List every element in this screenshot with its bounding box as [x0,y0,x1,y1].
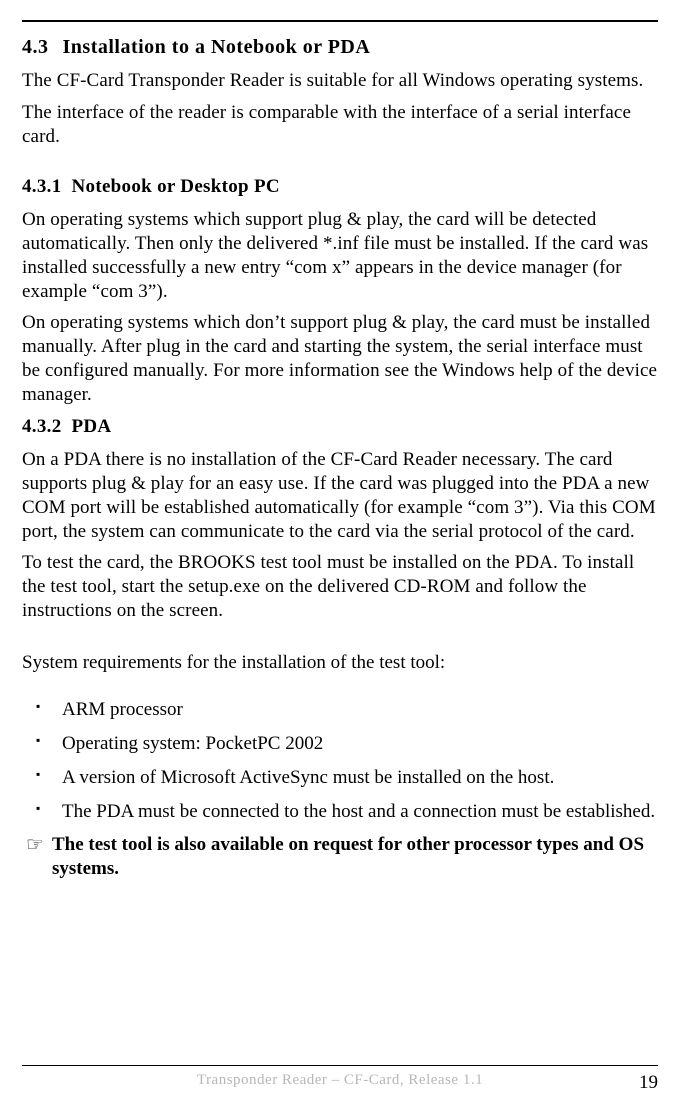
heading-4-3-1-number: 4.3.1 [22,176,62,198]
heading-4-3-title: Installation to a Notebook or PDA [63,36,371,58]
heading-4-3-2-title: PDA [72,416,112,437]
list-item: The PDA must be connected to the host an… [22,800,658,824]
heading-4-3-2-number: 4.3.2 [22,416,62,438]
footer-title: Transponder Reader – CF-Card, Release 1.… [62,1072,618,1089]
list-item: A version of Microsoft ActiveSync must b… [22,766,658,790]
heading-4-3-1-title: Notebook or Desktop PC [72,176,280,197]
heading-4-3-2: 4.3.2 PDA [22,416,658,438]
pointing-hand-icon: ☞ [26,833,44,858]
top-rule [22,20,658,22]
heading-4-3-1: 4.3.1 Notebook or Desktop PC [22,176,658,198]
paragraph: On a PDA there is no installation of the… [22,448,658,543]
page-number: 19 [618,1072,658,1094]
requirements-label: System requirements for the installation… [22,651,658,675]
paragraph: On operating systems which support plug … [22,208,658,303]
paragraph: To test the card, the BROOKS test tool m… [22,551,658,622]
footer-rule [22,1065,658,1066]
paragraph: The interface of the reader is comparabl… [22,101,658,149]
heading-4-3: 4.3 Installation to a Notebook or PDA [22,36,658,59]
page-footer: Transponder Reader – CF-Card, Release 1.… [0,1065,680,1096]
paragraph: The CF-Card Transponder Reader is suitab… [22,69,658,93]
list-item: ARM processor [22,698,658,722]
paragraph: On operating systems which don’t support… [22,311,658,406]
requirements-list: ARM processor Operating system: PocketPC… [22,698,658,823]
note-text: The test tool is also available on reque… [52,834,644,879]
list-item: Operating system: PocketPC 2002 [22,732,658,756]
note: ☞ The test tool is also available on req… [22,833,658,881]
heading-4-3-number: 4.3 [22,36,49,59]
